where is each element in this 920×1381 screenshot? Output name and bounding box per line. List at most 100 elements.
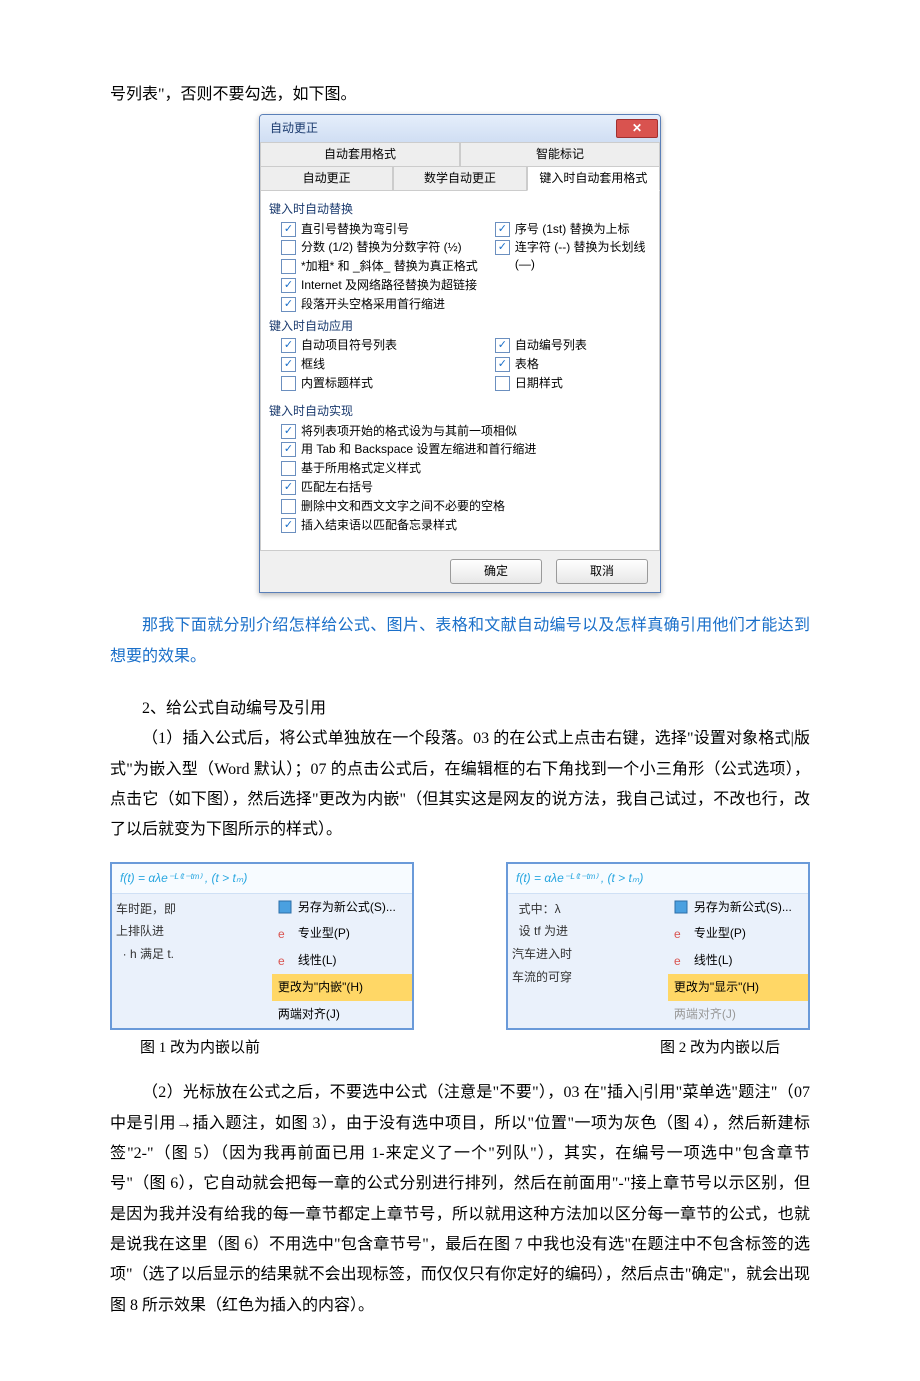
checkbox-label: Internet 及网络路径替换为超链接 <box>301 277 477 294</box>
text: 2、给公式自动编号及引用 <box>142 700 326 717</box>
menu-save-as[interactable]: 另存为新公式(S)... <box>668 894 808 921</box>
checkbox-fractions[interactable] <box>281 240 296 255</box>
dialog-body: 键入时自动替换 直引号替换为弯引号 分数 (1/2) 替换为分数字符 (½) *… <box>260 191 660 552</box>
tabbar-top: 自动套用格式 智能标记 <box>260 142 660 166</box>
menu-save-as[interactable]: 另存为新公式(S)... <box>272 894 412 921</box>
text: 号列表"，否则不要勾选，如下图。 <box>110 86 357 103</box>
menu-item-label: 两端对齐(J) <box>674 1003 736 1026</box>
menu-item-label: 线性(L) <box>694 949 733 972</box>
menu-item-label: 两端对齐(J) <box>278 1003 340 1026</box>
checkbox-label: 分数 (1/2) 替换为分数字符 (½) <box>301 239 462 256</box>
tab-autoformat-as-type[interactable]: 键入时自动套用格式 <box>527 166 660 191</box>
checkbox-label: 连字符 (--) 替换为长划线 (—) <box>515 239 651 273</box>
checkbox-tab-backspace[interactable] <box>281 442 296 457</box>
linear-icon: e <box>674 954 688 968</box>
section-auto: 键入时自动实现 <box>269 403 651 420</box>
ok-button[interactable]: 确定 <box>450 559 542 584</box>
tab-autocorrect[interactable]: 自动更正 <box>260 166 393 191</box>
checkbox-label: 段落开头空格采用首行缩进 <box>301 296 445 313</box>
checkbox-label: 插入结束语以匹配备忘录样式 <box>301 517 457 534</box>
section-replace-right: 序号 (1st) 替换为上标 连字符 (--) 替换为长划线 (—) <box>483 220 651 314</box>
menu-item-label: 更改为"显示"(H) <box>674 976 759 999</box>
svg-text:e: e <box>278 954 285 968</box>
dialog-titlebar: 自动更正 ✕ <box>260 115 660 142</box>
menu-pro[interactable]: e 专业型(P) <box>272 920 412 947</box>
formula-box: f(t) = αλe⁻ᴸ⁽ᵗ⁻ᵗᵐ⁾ , (t > tₘ) <box>508 864 808 894</box>
menu-item-label: 另存为新公式(S)... <box>298 896 396 919</box>
text: （2）光标放在公式之后，不要选中公式（注意是"不要"），03 在"插入|引用"菜… <box>110 1084 810 1314</box>
checkbox-label: 直引号替换为弯引号 <box>301 221 409 238</box>
svg-text:e: e <box>674 927 681 941</box>
checkbox-indent[interactable] <box>281 297 296 312</box>
tabbar-bottom: 自动更正 数学自动更正 键入时自动套用格式 <box>260 166 660 191</box>
figure-captions: 图 1 改为内嵌以前 图 2 改为内嵌以后 <box>140 1034 780 1063</box>
checkbox-table[interactable] <box>495 357 510 372</box>
menu-item-label: 专业型(P) <box>298 922 350 945</box>
tab-math-autocorrect[interactable]: 数学自动更正 <box>393 166 526 191</box>
section-auto-list: 将列表项开始的格式设为与其前一项相似 用 Tab 和 Backspace 设置左… <box>269 422 651 535</box>
formula-box: f(t) = αλe⁻ᴸ⁽ᵗ⁻ᵗᵐ⁾ , (t > tₘ) <box>112 864 412 894</box>
context-menu-1: 另存为新公式(S)... e 专业型(P) e 线性(L) 更改为"内嵌"(H) 两… <box>272 894 412 1028</box>
checkbox-label: *加粗* 和 _斜体_ 替换为真正格式 <box>301 258 478 275</box>
checkbox-headingstyle[interactable] <box>281 376 296 391</box>
checkbox-ordinal[interactable] <box>495 222 510 237</box>
pro-icon: e <box>674 927 688 941</box>
checkbox-cjkspace[interactable] <box>281 499 296 514</box>
checkbox-hyperlink[interactable] <box>281 278 296 293</box>
caption-1: 图 1 改为内嵌以前 <box>140 1034 260 1063</box>
checkbox-bolditalic[interactable] <box>281 259 296 274</box>
menu-justify[interactable]: 两端对齐(J) <box>272 1001 412 1028</box>
menu-change-inline[interactable]: 更改为"内嵌"(H) <box>272 974 412 1001</box>
text: 那我下面就分别介绍怎样给公式、图片、表格和文献自动编号以及怎样真确引用他们才能达… <box>110 617 810 664</box>
tab-autoformat[interactable]: 自动套用格式 <box>260 142 460 166</box>
checkbox-memostyle[interactable] <box>281 518 296 533</box>
menu-item-label: 专业型(P) <box>694 922 746 945</box>
menu-linear[interactable]: e 线性(L) <box>668 947 808 974</box>
tab-smarttag[interactable]: 智能标记 <box>460 142 660 166</box>
checkbox-label: 用 Tab 和 Backspace 设置左缩进和首行缩进 <box>301 441 536 458</box>
checkbox-label: 序号 (1st) 替换为上标 <box>515 221 630 238</box>
checkbox-label: 自动项目符号列表 <box>301 337 397 354</box>
checkbox-bulletlist[interactable] <box>281 338 296 353</box>
figure-1-bg-text: 车时距，即 上排队进 · h 满足 t. <box>112 894 272 1028</box>
cancel-button[interactable]: 取消 <box>556 559 648 584</box>
checkbox-label: 基于所用格式定义样式 <box>301 460 421 477</box>
menu-justify-disabled: 两端对齐(J) <box>668 1001 808 1028</box>
save-icon <box>278 900 292 914</box>
checkbox-quotes[interactable] <box>281 222 296 237</box>
checkbox-label: 删除中文和西文文字之间不必要的空格 <box>301 498 505 515</box>
checkbox-definestyle[interactable] <box>281 461 296 476</box>
checkbox-datestyle[interactable] <box>495 376 510 391</box>
checkbox-label: 日期样式 <box>515 375 563 392</box>
figure-2: f(t) = αλe⁻ᴸ⁽ᵗ⁻ᵗᵐ⁾ , (t > tₘ) 式中：λ 设 tf … <box>506 862 810 1030</box>
save-icon <box>674 900 688 914</box>
autocorrect-dialog: 自动更正 ✕ 自动套用格式 智能标记 自动更正 数学自动更正 键入时自动套用格式… <box>259 114 661 593</box>
checkbox-matchparen[interactable] <box>281 480 296 495</box>
section-replace: 键入时自动替换 <box>269 201 651 218</box>
menu-change-display[interactable]: 更改为"显示"(H) <box>668 974 808 1001</box>
dialog-buttons: 确定 取消 <box>260 551 660 592</box>
checkbox-dash[interactable] <box>495 240 510 255</box>
menu-pro[interactable]: e 专业型(P) <box>668 920 808 947</box>
checkbox-label: 框线 <box>301 356 325 373</box>
figure-2-bg-text: 式中：λ 设 tf 为进 汽车进入时 车流的可穿 <box>508 894 668 1028</box>
continuation-line: 号列表"，否则不要勾选，如下图。 <box>110 80 810 110</box>
checkbox-listformat[interactable] <box>281 424 296 439</box>
menu-linear[interactable]: e 线性(L) <box>272 947 412 974</box>
checkbox-numberlist[interactable] <box>495 338 510 353</box>
close-icon[interactable]: ✕ <box>616 119 658 138</box>
checkbox-label: 内置标题样式 <box>301 375 373 392</box>
checkbox-label: 将列表项开始的格式设为与其前一项相似 <box>301 423 517 440</box>
checkbox-borders[interactable] <box>281 357 296 372</box>
section-apply-right: 自动编号列表 表格 日期样式 <box>483 336 651 392</box>
checkbox-label: 表格 <box>515 356 539 373</box>
context-menu-2: 另存为新公式(S)... e 专业型(P) e 线性(L) 更改为"显示"(H) 两… <box>668 894 808 1028</box>
context-menu-figures: f(t) = αλe⁻ᴸ⁽ᵗ⁻ᵗᵐ⁾ , (t > tₘ) 车时距，即 上排队进… <box>110 862 810 1030</box>
checkbox-label: 自动编号列表 <box>515 337 587 354</box>
menu-item-label: 另存为新公式(S)... <box>694 896 792 919</box>
step-2-paragraph: （2）光标放在公式之后，不要选中公式（注意是"不要"），03 在"插入|引用"菜… <box>110 1078 810 1321</box>
intro-paragraph: 那我下面就分别介绍怎样给公式、图片、表格和文献自动编号以及怎样真确引用他们才能达… <box>110 611 810 672</box>
menu-item-label: 线性(L) <box>298 949 337 972</box>
svg-text:e: e <box>278 927 285 941</box>
text: （1）插入公式后，将公式单独放在一个段落。03 的在公式上点击右键，选择"设置对… <box>110 730 810 838</box>
